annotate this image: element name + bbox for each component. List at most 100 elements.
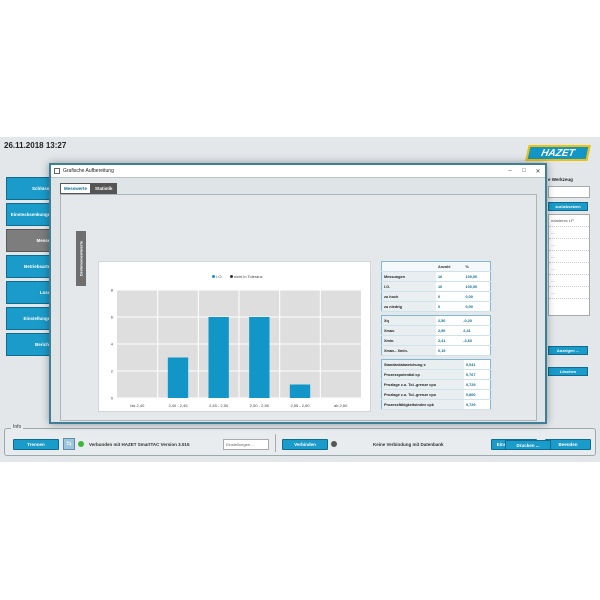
- row-label: Xmax.- Xmin.: [381, 345, 436, 356]
- value-cell: [461, 345, 491, 356]
- value-cell: 2,41: [436, 335, 462, 346]
- value-cell: 0,041: [464, 359, 491, 370]
- row-label: Messungen: [381, 271, 436, 282]
- db-status: Keine Verbindung mit Datenbank: [373, 442, 444, 447]
- maximize-icon[interactable]: □: [517, 168, 531, 174]
- statistics-panel: Anzahl % Messungen 16 100,00 I.O. 16 100,00 …: [381, 261, 491, 413]
- table-row: Prozlage z.u. Tol.-grenze cpo 0,800: [381, 389, 491, 400]
- histogram-bar: [167, 357, 189, 398]
- row-label: I.O.: [381, 281, 436, 292]
- list-item[interactable]: ....: [549, 227, 589, 239]
- list-header: ndaderes LP: [549, 215, 589, 227]
- row-label: Prozesspotential cp: [381, 369, 464, 380]
- list-item[interactable]: ....: [549, 239, 589, 251]
- value-cell: 0,15: [436, 345, 462, 356]
- settings-input[interactable]: Einstellungen ...: [223, 439, 269, 450]
- dialog-tabs: Messwerte Statistik: [60, 183, 117, 194]
- table-row: zu niedrig 0 0,00: [381, 301, 491, 312]
- vertical-tab-drehmomentwerte[interactable]: Drehmomentwerte: [76, 231, 86, 286]
- x-tick-label: 2,45 - 2,50: [209, 403, 229, 408]
- list-item[interactable]: ....: [549, 251, 589, 263]
- value-cell: 0,767: [464, 369, 491, 380]
- count-value: 16: [436, 271, 464, 282]
- reset-button[interactable]: zurücksetzen: [548, 202, 588, 211]
- connected-status-icon: [78, 441, 84, 447]
- row-label: Prozlage z.u. Tol.-grenze cpu: [381, 379, 464, 390]
- list-item[interactable]: ....: [549, 275, 589, 287]
- percent-value: 100,00: [463, 281, 491, 292]
- graphics-dialog: Grafische Aufbereitung – □ ✕ Messwerte S…: [49, 163, 551, 450]
- info-label: Info: [11, 424, 24, 430]
- value-cell: -0,20: [461, 315, 491, 326]
- percent-value: 100,00: [463, 271, 491, 282]
- value-cell: -3,60: [461, 335, 491, 346]
- print-button[interactable]: Drucken ...: [505, 440, 551, 450]
- right-panel: e Werkzeug zurücksetzen ndaderes LP ....…: [548, 177, 592, 376]
- list-item[interactable]: ....: [549, 263, 589, 275]
- tool-label: e Werkzeug: [548, 177, 573, 182]
- connect-button[interactable]: Verbinden: [282, 439, 328, 450]
- disconnect-button[interactable]: Trennen: [13, 439, 59, 450]
- list-item[interactable]: ....: [549, 287, 589, 299]
- record-list[interactable]: ndaderes LP .... .... .... .... .... ...…: [548, 214, 590, 316]
- row-label: Xmax.: [381, 325, 436, 336]
- table-row: Prozesspotential cp 0,767: [381, 369, 491, 380]
- hazet-logo: HAZET: [525, 145, 591, 161]
- histogram-bar: [249, 317, 270, 398]
- row-label: Prozessfähigkeitsindex cpk: [381, 399, 464, 410]
- percent-value: 0,00: [463, 291, 491, 302]
- delete-button[interactable]: Löschen: [548, 367, 588, 376]
- table-row: zu hoch 0 0,00: [381, 291, 491, 302]
- usb-icon: ⇆: [63, 438, 75, 450]
- histogram-bar: [208, 317, 229, 398]
- table-row: Xmin. 2,41 -3,60: [381, 335, 491, 346]
- connection-status: Verbunden mit HAZET SmartTAC Version 3.0…: [89, 442, 190, 447]
- db-status-icon: [331, 441, 337, 447]
- column-header: [381, 261, 436, 272]
- row-label: zu hoch: [381, 291, 436, 302]
- row-label: Xq: [381, 315, 436, 326]
- value-cell: 2,50: [436, 315, 462, 326]
- percent-value: 0,00: [463, 301, 491, 312]
- table-row: Xmax.- Xmin. 0,15: [381, 345, 491, 356]
- close-icon[interactable]: ✕: [531, 168, 545, 175]
- table-row: Prozessfähigkeitsindex cpk 0,729: [381, 399, 491, 410]
- dialog-title: Grafische Aufbereitung: [63, 168, 114, 174]
- capability-table: Standardabweichung s 0,041 Prozesspotenti…: [381, 359, 491, 410]
- y-tick-label: 2: [111, 369, 114, 374]
- exit-button[interactable]: Beenden: [545, 439, 591, 450]
- datetime-display: 26.11.2018 13:27: [4, 141, 67, 150]
- tab-statistik[interactable]: Statistik: [91, 183, 117, 194]
- histogram-chart: i.O. nicht in Toleranz 0 2 4 6 8 bis 2,40 2,40…: [98, 261, 371, 412]
- x-tick-label: ab 2,60: [334, 403, 348, 408]
- counts-table: Anzahl % Messungen 16 100,00 I.O. 16 100,00 …: [381, 261, 491, 312]
- y-tick-label: 0: [111, 396, 114, 401]
- show-button[interactable]: Anzeigen ...: [548, 346, 588, 355]
- x-tick-label: bis 2,40: [130, 403, 145, 408]
- dialog-titlebar: Grafische Aufbereitung – □ ✕: [51, 165, 545, 178]
- column-header: %: [463, 261, 491, 272]
- table-row: Xmax. 2,56 2,41: [381, 325, 491, 336]
- sidebar-item-label: Einstecksenkungen: [10, 212, 53, 217]
- table-row: Standardabweichung s 0,041: [381, 359, 491, 370]
- count-value: 0: [436, 291, 464, 302]
- y-tick-label: 8: [111, 288, 114, 293]
- row-label: Standardabweichung s: [381, 359, 464, 370]
- count-value: 16: [436, 281, 464, 292]
- value-cell: 2,56: [436, 325, 462, 336]
- tool-input[interactable]: [548, 186, 590, 198]
- minimize-icon[interactable]: –: [503, 168, 517, 174]
- count-value: 0: [436, 301, 464, 312]
- divider: [275, 434, 276, 452]
- y-tick-label: 6: [111, 315, 114, 320]
- x-tick-label: 2,55 - 2,60: [290, 403, 310, 408]
- table-row: Prozlage z.u. Tol.-grenze cpu 0,729: [381, 379, 491, 390]
- table-row: Xq 2,50 -0,20: [381, 315, 491, 326]
- y-tick-label: 4: [111, 342, 114, 347]
- value-cell: 0,800: [464, 389, 491, 400]
- table-row: I.O. 16 100,00: [381, 281, 491, 292]
- x-tick-label: 2,50 - 2,55: [250, 403, 270, 408]
- row-label: Prozlage z.u. Tol.-grenze cpo: [381, 389, 464, 400]
- histogram-bar: [289, 384, 311, 398]
- tab-messwerte[interactable]: Messwerte: [60, 183, 92, 194]
